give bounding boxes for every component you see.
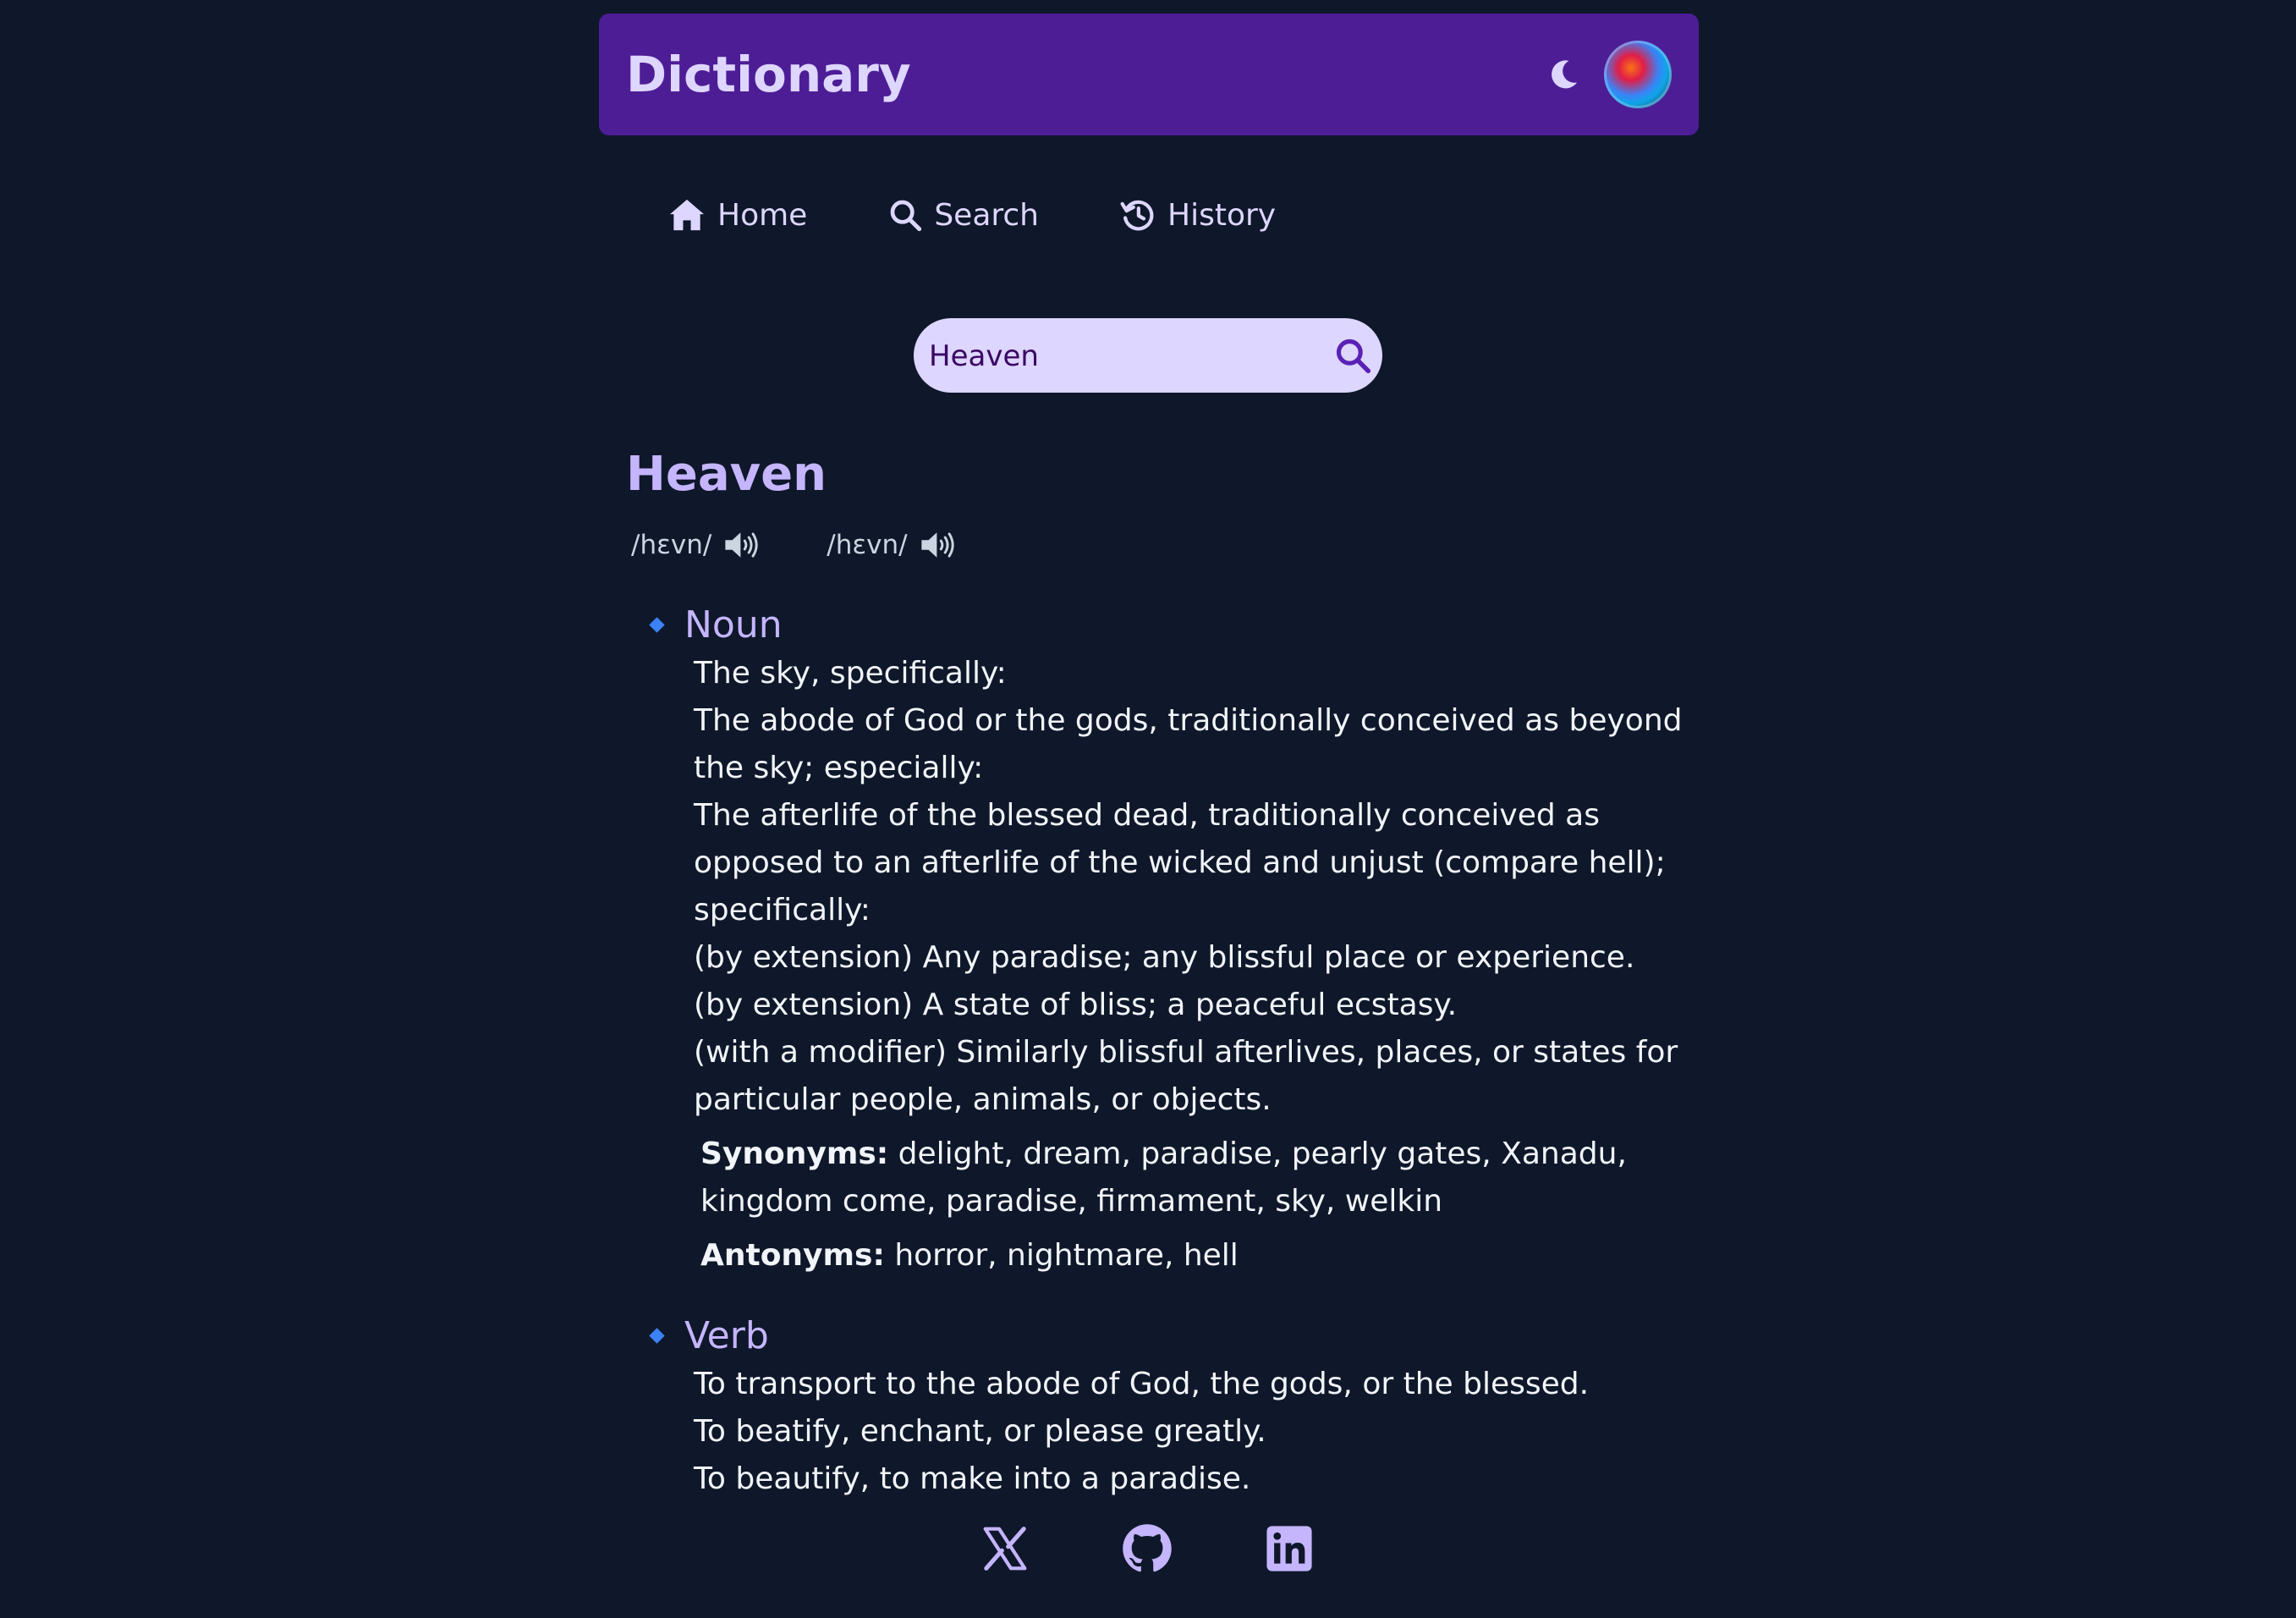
antonyms-list: horror, nightmare, hell <box>894 1238 1239 1273</box>
search-bar <box>914 318 1382 394</box>
search-input[interactable] <box>927 318 1294 394</box>
diamond-bullet-icon <box>649 616 665 633</box>
synonyms-label: Synonyms: <box>700 1136 889 1171</box>
nav-search[interactable]: Search <box>888 198 1039 233</box>
nav-history-label: History <box>1167 197 1277 233</box>
synonyms: Synonyms: delight, dream, paradise, pear… <box>700 1131 1656 1225</box>
definition-item: To beatify, enchant, or please greatly. <box>694 1414 1266 1449</box>
speaker-icon <box>725 532 758 558</box>
nav-history[interactable]: History <box>1120 197 1276 233</box>
nav-home-label: Home <box>717 197 808 233</box>
main-nav: Home Search History <box>668 188 1357 242</box>
definition-item: (by extension) Any paradise; any blissfu… <box>694 940 1635 975</box>
definition-item: (by extension) A state of bliss; a peace… <box>694 988 1458 1022</box>
diamond-bullet-icon <box>649 1327 665 1344</box>
x-link[interactable] <box>980 1523 1030 1574</box>
definition-list: To transport to the abode of God, the go… <box>694 1361 1684 1503</box>
home-icon <box>670 199 704 231</box>
definition-item: The abode of God or the gods, traditiona… <box>694 703 1683 785</box>
speaker-icon <box>920 532 954 558</box>
history-icon <box>1120 200 1154 231</box>
avatar[interactable] <box>1604 41 1672 108</box>
definition-item: To transport to the abode of God, the go… <box>694 1367 1590 1401</box>
x-icon <box>983 1527 1027 1571</box>
meaning-verb: Verb To transport to the abode of God, t… <box>648 1310 1684 1503</box>
audio-button[interactable] <box>920 530 957 560</box>
phonetic-text: /hɛvn/ <box>827 530 908 560</box>
pos-label: Noun <box>684 603 783 647</box>
definition-item: The sky, specifically: <box>694 656 1007 691</box>
moon-icon[interactable] <box>1545 56 1582 93</box>
github-icon <box>1123 1524 1172 1572</box>
definition-list: The sky, specifically: The abode of God … <box>694 650 1684 1124</box>
definition-item: To beautify, to make into a paradise. <box>694 1461 1251 1496</box>
pos-heading: Verb <box>648 1310 1684 1361</box>
meaning-noun: Noun The sky, specifically: The abode of… <box>648 599 1684 1280</box>
linkedin-icon <box>1266 1526 1312 1571</box>
search-icon <box>890 200 922 232</box>
search-button[interactable] <box>1332 334 1374 377</box>
definition-item: (with a modifier) Similarly blissful aft… <box>694 1035 1678 1117</box>
definition-item: The afterlife of the blessed dead, tradi… <box>694 798 1666 927</box>
github-link[interactable] <box>1122 1523 1173 1574</box>
pos-label: Verb <box>684 1313 769 1357</box>
word-title: Heaven <box>626 447 827 502</box>
phonetics: /hɛvn/ /hɛvn/ <box>631 530 1023 560</box>
antonyms-label: Antonyms: <box>700 1238 885 1273</box>
linkedin-link[interactable] <box>1264 1523 1315 1574</box>
search-icon <box>1336 338 1371 374</box>
phonetic-item: /hɛvn/ <box>631 530 761 560</box>
nav-home[interactable]: Home <box>668 198 807 233</box>
antonyms: Antonyms: horror, nightmare, hell <box>700 1232 1656 1280</box>
app-header: Dictionary <box>599 14 1699 135</box>
phonetic-item: /hɛvn/ <box>827 530 956 560</box>
pos-heading: Noun <box>648 599 1684 650</box>
phonetic-text: /hɛvn/ <box>631 530 712 560</box>
social-links <box>980 1523 1406 1574</box>
nav-search-label: Search <box>934 197 1039 233</box>
audio-button[interactable] <box>723 530 761 560</box>
app-title[interactable]: Dictionary <box>626 14 911 135</box>
